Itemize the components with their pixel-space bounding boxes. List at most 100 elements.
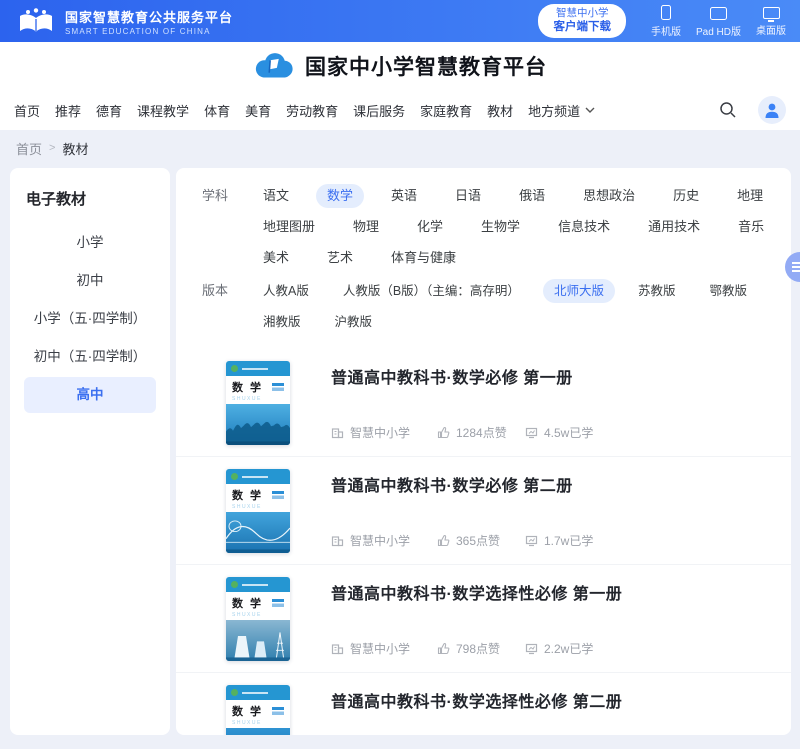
download-button-line1: 智慧中小学 [553, 7, 611, 20]
version-sujiao[interactable]: 苏教版 [627, 279, 687, 303]
book-item-2[interactable]: 数 学 SHUXUE [176, 457, 791, 565]
sidebar: 电子教材 小学 初中 小学（五·四学制） 初中（五·四学制） 高中 [10, 168, 170, 735]
version-pep-a[interactable]: 人教A版 [252, 279, 320, 303]
nav-item-recommend[interactable]: 推荐 [55, 101, 81, 120]
book-learned: 4.5w已学 [525, 424, 593, 441]
version-filter-items: 人教A版 人教版（B版）（主编：高存明） 北师大版 苏教版 鄂教版 湘教版 沪教… [252, 279, 779, 334]
platform-desktop-label: 桌面版 [756, 22, 786, 37]
version-filter-row: 版本 人教A版 人教版（B版）（主编：高存明） 北师大版 苏教版 鄂教版 湘教版… [202, 279, 779, 334]
cover-title-band: 数 学 SHUXUE [226, 484, 290, 512]
breadcrumb-home[interactable]: 首页 [16, 139, 42, 158]
cover-title: 数 学 [232, 595, 263, 611]
screen-icon [525, 534, 538, 547]
version-pep-b[interactable]: 人教版（B版）（主编：高存明） [332, 279, 531, 303]
user-avatar-icon[interactable] [758, 96, 786, 124]
book-cover-3: 数 学 SHUXUE [226, 577, 290, 661]
search-icon[interactable] [718, 100, 738, 120]
subject-physics[interactable]: 物理 [342, 215, 390, 239]
cover-subtitle: SHUXUE [232, 396, 284, 402]
cover-art-mountain [226, 728, 290, 735]
cover-publisher-logo-icon [231, 365, 238, 372]
open-book-logo-icon [16, 7, 56, 35]
brand-text: 国家智慧教育公共服务平台 SMART EDUCATION OF CHINA [65, 7, 233, 36]
platform-desktop[interactable]: 桌面版 [756, 5, 786, 37]
book-cover-2: 数 学 SHUXUE [226, 469, 290, 553]
nav-item-afterschool[interactable]: 课后服务 [353, 101, 405, 120]
cover-edition-badge [272, 383, 284, 391]
topbar-right: 智慧中小学 客户端下载 手机版 Pad HD版 桌面版 [538, 4, 786, 38]
subject-chinese[interactable]: 语文 [252, 184, 300, 208]
book-list: 数 学 SHUXUE [176, 349, 791, 735]
subject-pe-health[interactable]: 体育与健康 [380, 246, 467, 270]
subject-geo-atlas[interactable]: 地理图册 [252, 215, 326, 239]
version-ejiao[interactable]: 鄂教版 [698, 279, 758, 303]
subject-english[interactable]: 英语 [380, 184, 428, 208]
nav-item-arts[interactable]: 美育 [245, 101, 271, 120]
version-bnu[interactable]: 北师大版 [543, 279, 615, 303]
platform-mobile-label: 手机版 [651, 23, 681, 38]
cover-edition-badge [272, 599, 284, 607]
subject-it[interactable]: 信息技术 [547, 215, 621, 239]
cover-title: 数 学 [232, 703, 263, 719]
breadcrumb-separator: > [49, 142, 55, 154]
subject-biology[interactable]: 生物学 [470, 215, 531, 239]
book-item-4[interactable]: 数 学 SHUXUE [176, 673, 791, 735]
breadcrumb: 首页 > 教材 [0, 130, 800, 166]
book-info: 普通高中教科书·数学选择性必修 第二册 智慧中小学 153点赞 1.1w已 [331, 685, 775, 735]
book-info: 普通高中教科书·数学必修 第一册 智慧中小学 1284点赞 4.5w已学 [331, 361, 775, 445]
subject-arts[interactable]: 艺术 [316, 246, 364, 270]
filters: 学科 语文 数学 英语 日语 俄语 思想政治 历史 地理 地理图册 物理 化学 … [176, 168, 791, 349]
screen-icon [525, 642, 538, 655]
book-likes[interactable]: 1284点赞 [437, 424, 525, 441]
content-panel: 学科 语文 数学 英语 日语 俄语 思想政治 历史 地理 地理图册 物理 化学 … [176, 168, 791, 735]
sidebar-item-primary[interactable]: 小学 [24, 225, 156, 261]
version-xiangjiao[interactable]: 湘教版 [252, 310, 312, 334]
cover-subtitle: SHUXUE [232, 612, 284, 618]
subject-japanese[interactable]: 日语 [444, 184, 492, 208]
subject-general-tech[interactable]: 通用技术 [637, 215, 711, 239]
subject-politics[interactable]: 思想政治 [572, 184, 646, 208]
sidebar-item-senior[interactable]: 高中 [24, 377, 156, 413]
book-likes[interactable]: 365点赞 [437, 532, 525, 549]
book-item-1[interactable]: 数 学 SHUXUE [176, 349, 791, 457]
nav-item-home[interactable]: 首页 [14, 101, 40, 120]
subject-chemistry[interactable]: 化学 [406, 215, 454, 239]
screen-icon [525, 426, 538, 439]
nav-item-labor[interactable]: 劳动教育 [286, 101, 338, 120]
brand: 国家智慧教育公共服务平台 SMART EDUCATION OF CHINA [16, 7, 233, 36]
subject-geography[interactable]: 地理 [726, 184, 774, 208]
chevron-down-icon[interactable] [585, 107, 595, 113]
topbar: 国家智慧教育公共服务平台 SMART EDUCATION OF CHINA 智慧… [0, 0, 800, 42]
nav-item-regional[interactable]: 地方频道 [528, 101, 580, 120]
subject-art[interactable]: 美术 [252, 246, 300, 270]
book-likes[interactable]: 798点赞 [437, 640, 525, 657]
platform-pad[interactable]: Pad HD版 [696, 5, 741, 38]
client-download-button[interactable]: 智慧中小学 客户端下载 [538, 4, 626, 38]
cover-art-runners [226, 404, 290, 445]
version-hujiao[interactable]: 沪教版 [324, 310, 384, 334]
nav-item-textbooks[interactable]: 教材 [487, 101, 513, 120]
subject-filter-row: 学科 语文 数学 英语 日语 俄语 思想政治 历史 地理 地理图册 物理 化学 … [202, 184, 779, 270]
cover-title: 数 学 [232, 379, 263, 395]
subject-math[interactable]: 数学 [316, 184, 364, 208]
subject-russian[interactable]: 俄语 [508, 184, 556, 208]
nav-item-teaching[interactable]: 课程教学 [137, 101, 189, 120]
pad-icon [710, 7, 727, 20]
sidebar-item-primary-54[interactable]: 小学（五·四学制） [24, 301, 156, 337]
book-title[interactable]: 普通高中教科书·数学选择性必修 第二册 [331, 688, 775, 712]
sidebar-item-junior-54[interactable]: 初中（五·四学制） [24, 339, 156, 375]
book-title[interactable]: 普通高中教科书·数学选择性必修 第一册 [331, 580, 775, 604]
subject-music[interactable]: 音乐 [727, 215, 775, 239]
book-info: 普通高中教科书·数学选择性必修 第一册 智慧中小学 798点赞 2.2w已 [331, 577, 775, 661]
book-title[interactable]: 普通高中教科书·数学必修 第二册 [331, 472, 775, 496]
platform-mobile[interactable]: 手机版 [651, 5, 681, 38]
nav-item-moral[interactable]: 德育 [96, 101, 122, 120]
book-item-3[interactable]: 数 学 SHUXUE [176, 565, 791, 673]
book-publisher: 智慧中小学 [331, 532, 437, 549]
subject-history[interactable]: 历史 [662, 184, 710, 208]
book-title[interactable]: 普通高中教科书·数学必修 第一册 [331, 364, 775, 388]
nav-item-sports[interactable]: 体育 [204, 101, 230, 120]
nav-item-family[interactable]: 家庭教育 [420, 101, 472, 120]
cover-title-band: 数 学 SHUXUE [226, 700, 290, 728]
sidebar-item-junior[interactable]: 初中 [24, 263, 156, 299]
